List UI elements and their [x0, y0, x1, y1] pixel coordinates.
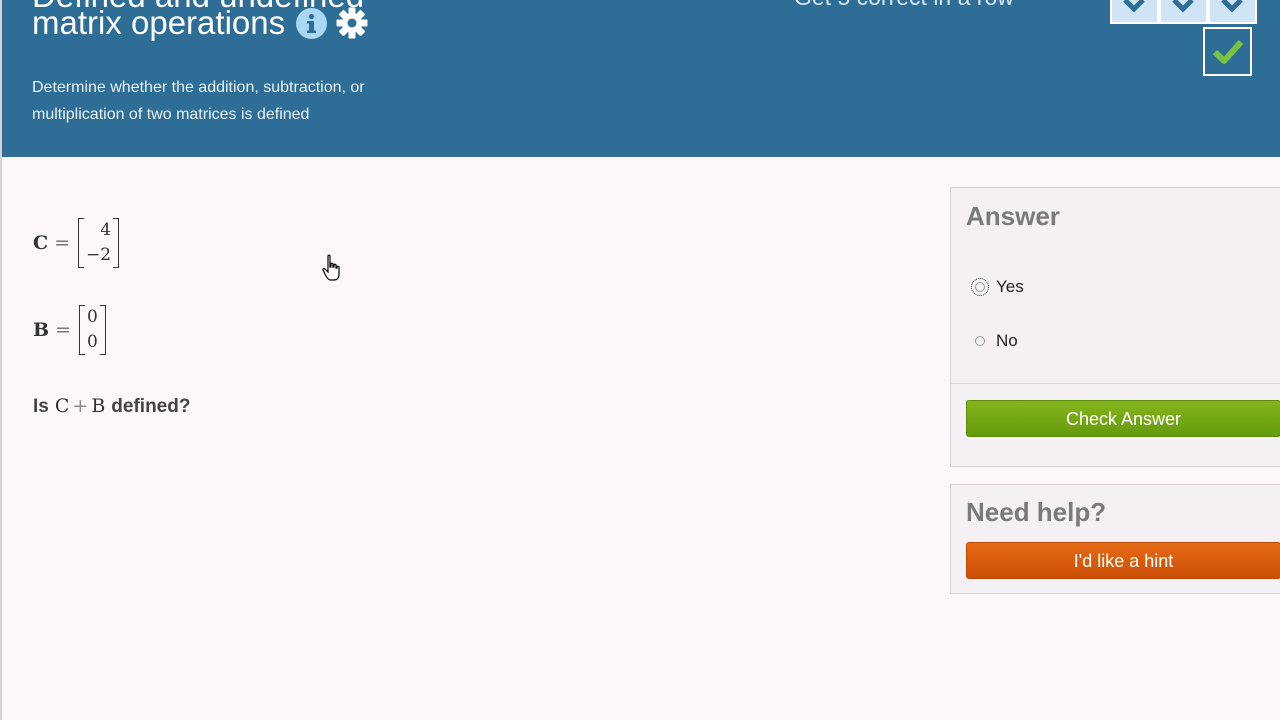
- matrix-name: B: [33, 319, 50, 341]
- matrix-b: 0 0: [78, 305, 106, 355]
- streak-check-box: [1203, 27, 1252, 76]
- help-panel: Need help? I'd like a hint: [950, 484, 1280, 594]
- mouse-cursor-icon: [322, 254, 342, 287]
- question-operator: +: [72, 395, 89, 417]
- matrix-c: 4 −2: [78, 218, 120, 268]
- equals-sign: =: [55, 319, 71, 341]
- matrix-name: C: [33, 232, 49, 254]
- check-icon: [1212, 39, 1244, 64]
- exercise-title-text: matrix operations: [32, 4, 286, 41]
- question-expression: C + B: [55, 395, 105, 417]
- option-yes[interactable]: Yes: [971, 277, 1024, 297]
- question-text: Is C + B defined?: [33, 395, 190, 418]
- matrix-cell: 0: [86, 307, 98, 327]
- panel-divider: [951, 383, 1280, 384]
- streak-box: [1208, 0, 1257, 24]
- exercise-title-line2: matrix operations: [32, 4, 369, 42]
- answer-panel-title: Answer: [966, 201, 1060, 231]
- equals-sign: =: [54, 232, 71, 254]
- help-panel-title: Need help?: [966, 497, 1107, 527]
- question-suffix: defined?: [111, 396, 191, 417]
- info-icon[interactable]: [296, 7, 328, 39]
- option-no[interactable]: No: [975, 331, 1018, 351]
- matrix-b-definition: B = 0 0: [33, 305, 106, 355]
- matrix-cell: 4: [100, 220, 112, 240]
- check-answer-button[interactable]: Check Answer: [966, 400, 1280, 437]
- question-lhs: C: [54, 395, 70, 417]
- matrix-cell: 0: [86, 332, 98, 352]
- exercise-header: Defined and undefined matrix operations: [2, 0, 1280, 157]
- hint-button[interactable]: I'd like a hint: [966, 542, 1280, 579]
- option-yes-label: Yes: [996, 277, 1024, 296]
- question-rhs: B: [91, 395, 106, 417]
- streak-box: [1110, 0, 1159, 24]
- streak-box: [1159, 0, 1208, 24]
- exercise-page: Defined and undefined matrix operations: [0, 0, 1280, 720]
- streak-progress: [1110, 0, 1257, 24]
- matrix-c-definition: C = 4 −2: [33, 218, 120, 268]
- question-prefix: Is: [33, 396, 49, 417]
- radio-yes[interactable]: [971, 278, 989, 296]
- radio-no[interactable]: [975, 336, 985, 346]
- answer-panel: Answer Yes No Check Answer: [950, 187, 1280, 467]
- matrix-cell: −2: [86, 245, 112, 265]
- exercise-description: Determine whether the addition, subtract…: [32, 79, 365, 123]
- gear-icon[interactable]: [335, 6, 369, 40]
- option-no-label: No: [996, 331, 1018, 350]
- streak-goal-text: Get 5 correct in a row: [794, 0, 1014, 10]
